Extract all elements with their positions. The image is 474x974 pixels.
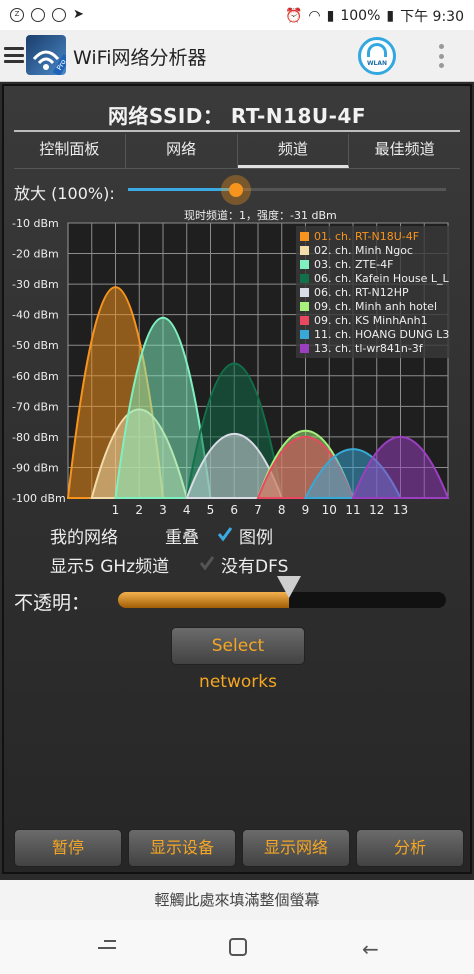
back-icon[interactable]: ←: [362, 937, 379, 961]
opacity-label: 不透明：: [14, 592, 91, 614]
legend-entry: 13. ch. tl-wr841n-3f: [314, 342, 424, 355]
y-tick-label: -80 dBm: [12, 431, 59, 444]
overlap-label[interactable]: 重叠: [165, 523, 199, 548]
zalo-icon: Z: [10, 7, 24, 22]
legend-label[interactable]: 图例: [239, 523, 273, 548]
pause-button[interactable]: 暂停: [14, 829, 122, 867]
legend-entry: 02. ch. Minh Ngoc: [314, 244, 413, 257]
zoom-slider-fill: [128, 188, 237, 191]
legend-entry: 03. ch. ZTE-4F: [314, 258, 394, 271]
y-tick-label: -50 dBm: [12, 339, 59, 352]
channel-chart: -10 dBm -20 dBm -30 dBm -40 dBm -50 dBm -60 d…: [4, 206, 474, 516]
wifi-status-icon: ◠: [308, 8, 321, 24]
divider: [14, 130, 460, 132]
tab-networks[interactable]: 网络: [126, 134, 238, 168]
bottom-actions: 暂停 显示设备 显示网络 分析: [14, 829, 464, 867]
legend-swatch: [300, 260, 309, 269]
analyze-button[interactable]: 分析: [356, 829, 464, 867]
x-tick-label: 7: [254, 503, 262, 516]
telegram-icon: ➤: [73, 7, 84, 22]
system-nav-bar: ←: [0, 920, 474, 974]
y-tick-label: -10 dBm: [12, 217, 59, 230]
opacity-slider-fill: [118, 592, 289, 608]
x-tick-label: 6: [230, 503, 238, 516]
x-tick-label: 11: [345, 503, 360, 516]
y-tick-label: -60 dBm: [12, 370, 59, 383]
legend-entry: 09. ch. KS MinhAnh1: [314, 314, 428, 327]
zoom-slider[interactable]: [128, 175, 446, 205]
current-channel-info: 现时频道：1，强度：-31 dBm: [184, 208, 337, 222]
fullscreen-hint[interactable]: 輕觸此處來填滿整個螢幕: [0, 880, 474, 920]
legend-swatch: [300, 274, 309, 283]
legend-checkbox[interactable]: [217, 526, 233, 542]
battery-icon: ▮: [386, 8, 395, 24]
zoom-slider-thumb[interactable]: [221, 175, 252, 205]
menu-icon[interactable]: [4, 47, 24, 63]
notification-icons: Z ➤: [10, 7, 84, 22]
x-tick-label: 4: [183, 503, 191, 516]
legend-entry: 06. ch. Kafein House L_L: [314, 272, 450, 285]
x-tick-label: 12: [369, 503, 384, 516]
y-tick-label: -70 dBm: [12, 400, 59, 413]
ssid-title: 网络SSID： RT-N18U-4F: [107, 104, 367, 128]
x-tick-label: 13: [393, 503, 408, 516]
no-dfs-label[interactable]: 没有DFS: [221, 552, 288, 577]
my-network-label[interactable]: 我的网络: [50, 523, 118, 548]
app-bar: Pro WiFi网络分析器 WLAN: [0, 30, 474, 82]
tab-channels[interactable]: 频道: [237, 134, 350, 168]
channel-chart-svg: -10 dBm -20 dBm -30 dBm -40 dBm -50 dBm -60 d…: [12, 208, 450, 516]
legend-entry: 01. ch. RT-N18U-4F: [314, 230, 419, 243]
y-tick-label: -30 dBm: [12, 278, 59, 291]
x-tick-label: 3: [159, 503, 167, 516]
app-title: WiFi网络分析器: [73, 47, 207, 69]
show-networks-button[interactable]: 显示网络: [242, 829, 350, 867]
show-devices-button[interactable]: 显示设备: [128, 829, 236, 867]
app-logo: Pro: [26, 35, 66, 75]
clock: 下午 9:30: [400, 9, 464, 25]
whatsapp-icon: [52, 7, 66, 22]
y-tick-label: -20 dBm: [12, 248, 59, 261]
legend-swatch: [300, 288, 309, 297]
select-networks-button[interactable]: Select networks: [171, 627, 305, 692]
y-tick-label: -40 dBm: [12, 309, 59, 322]
status-bar: Z ➤ ⏰ ◠ ▮ 100% ▮ 下午 9:30: [0, 0, 474, 30]
recent-apps-icon[interactable]: [98, 940, 116, 954]
more-options-icon[interactable]: [437, 44, 445, 68]
tab-bar: 控制面板 网络 频道 最佳频道: [14, 134, 460, 168]
battery-level: 100%: [340, 8, 381, 24]
x-tick-label: 1: [112, 503, 120, 516]
tab-best-channel[interactable]: 最佳频道: [349, 134, 460, 168]
legend-swatch: [300, 330, 309, 339]
y-tick-label: -100 dBm: [12, 492, 66, 505]
show-5ghz-label[interactable]: 显示5 GHz频道: [50, 552, 169, 577]
y-tick-label: -90 dBm: [12, 461, 59, 474]
x-tick-label: 8: [278, 503, 286, 516]
messenger-icon: [31, 7, 45, 22]
divider: [14, 168, 460, 169]
wlan-label: WLAN: [366, 60, 388, 67]
legend-entry: 11. ch. HOANG DUNG L3: [314, 328, 449, 341]
x-tick-label: 9: [302, 503, 310, 516]
alarm-icon: ⏰: [284, 8, 303, 24]
legend-swatch: [300, 302, 309, 311]
x-tick-label: 10: [322, 503, 337, 516]
home-icon[interactable]: [229, 938, 247, 956]
main-panel: 网络SSID： RT-N18U-4F 控制面板 网络 频道 最佳频道 放大 (1…: [2, 84, 472, 874]
legend-swatch: [300, 246, 309, 255]
legend-swatch: [300, 232, 309, 241]
opacity-slider-thumb[interactable]: [276, 576, 301, 598]
system-icons: ⏰ ◠ ▮ 100% ▮ 下午 9:30: [285, 6, 464, 26]
x-tick-label: 5: [207, 503, 215, 516]
x-tick-label: 2: [135, 503, 143, 516]
legend-swatch: [300, 316, 309, 325]
zoom-label: 放大 (100%):: [14, 184, 115, 203]
wifi-icon: [367, 43, 387, 57]
signal-icon: ▮: [326, 8, 335, 24]
legend-entry: 06. ch. RT-N12HP: [314, 286, 409, 299]
legend-entry: 09. ch. Minh anh hotel: [314, 300, 437, 313]
no-dfs-checkbox[interactable]: [199, 555, 215, 571]
wlan-button[interactable]: WLAN: [358, 37, 396, 75]
tab-dashboard[interactable]: 控制面板: [14, 134, 126, 168]
legend-swatch: [300, 344, 309, 353]
